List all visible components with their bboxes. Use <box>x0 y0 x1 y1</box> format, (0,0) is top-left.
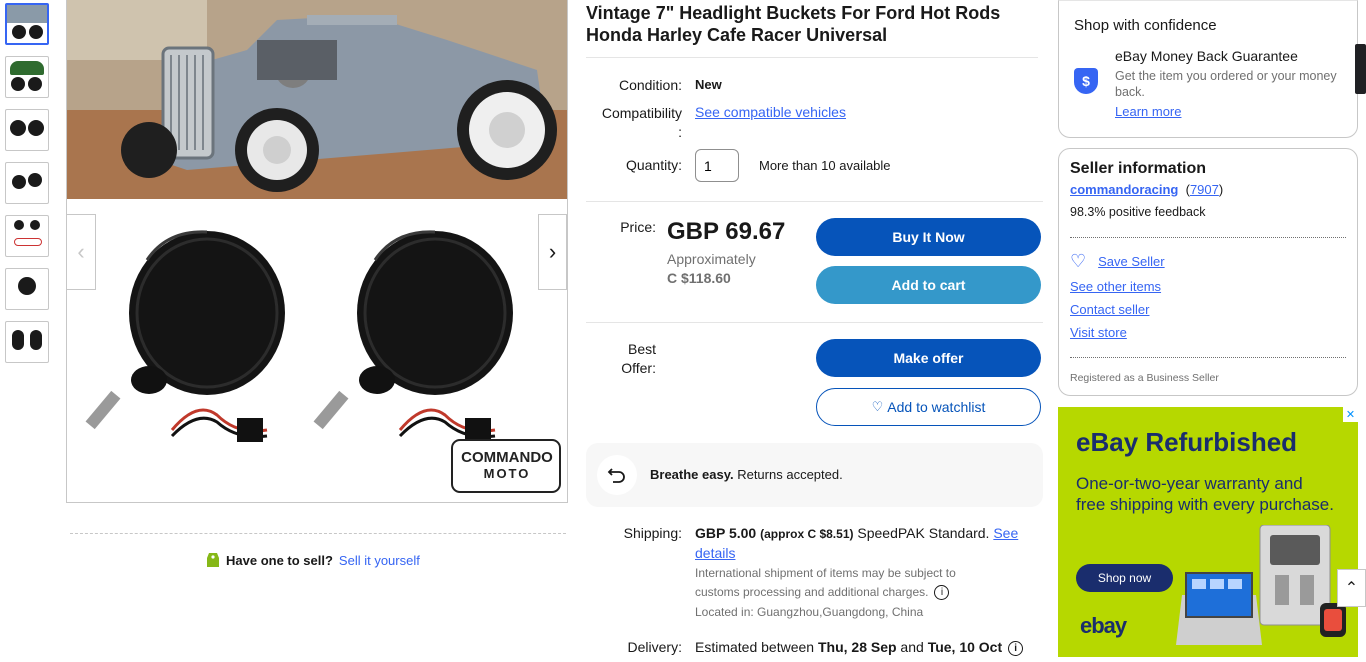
divider <box>1070 357 1346 358</box>
intl-shipment-note: International shipment of items may be s… <box>695 566 956 601</box>
save-seller-label: Save Seller <box>1098 254 1165 269</box>
shop-now-button[interactable]: Shop now <box>1076 564 1173 592</box>
visit-store-link[interactable]: Visit store <box>1070 325 1127 340</box>
divider <box>586 57 1038 58</box>
confidence-heading: Shop with confidence <box>1074 17 1217 34</box>
divider <box>70 533 566 534</box>
quantity-label: Quantity: <box>625 157 682 173</box>
money-back-description: Get the item you ordered or your money b… <box>1115 69 1337 99</box>
shipping-label: Shipping: <box>623 525 682 541</box>
delivery-label: Delivery: <box>627 639 682 655</box>
tag-icon <box>206 550 220 571</box>
compatibility-label: Compatibility : <box>601 105 682 140</box>
shop-with-confidence-card: Shop with confidence $ eBay Money Back G… <box>1058 0 1358 138</box>
shield-dollar-icon: $ <box>1074 68 1098 94</box>
add-to-cart-button[interactable]: Add to cart <box>816 266 1041 304</box>
money-back-title: eBay Money Back Guarantee <box>1115 48 1298 64</box>
chevron-up-icon: ⌃ <box>1344 580 1359 597</box>
scrollbar-thumb[interactable] <box>1355 44 1366 94</box>
seller-heading: Seller information <box>1070 160 1207 177</box>
returns-banner: Breathe easy. Returns accepted. <box>586 443 1043 507</box>
thumbnail-3[interactable] <box>5 109 49 151</box>
image-gallery: COMMANDO MOTO ‹ › <box>66 0 568 503</box>
ad-title: eBay Refurbished <box>1076 427 1298 457</box>
shipping-info: GBP 5.00 (approx C $8.51) SpeedPAK Stand… <box>695 525 1019 561</box>
location-text: Located in: Guangzhou,Guangdong, China <box>695 605 924 619</box>
positive-feedback: 98.3% positive feedback <box>1070 205 1206 219</box>
save-seller-button[interactable]: ♡ Save Seller <box>1070 251 1165 272</box>
divider <box>586 201 1043 202</box>
ebay-refurbished-ad[interactable]: ✕ eBay Refurbished One-or-two-year warra… <box>1058 407 1358 657</box>
add-to-watchlist-button[interactable]: ♡ Add to watchlist <box>816 388 1041 426</box>
watermark-logo: COMMANDO MOTO <box>461 449 553 482</box>
see-compatible-vehicles-link[interactable]: See compatible vehicles <box>695 104 846 120</box>
thumbnail-6[interactable] <box>5 268 49 310</box>
chevron-left-icon: ‹ <box>77 239 85 264</box>
products-illustration <box>1176 525 1346 645</box>
condition-value: New <box>695 77 722 92</box>
quantity-input[interactable] <box>695 149 739 182</box>
availability-text: More than 10 available <box>759 158 891 173</box>
buy-it-now-button[interactable]: Buy It Now <box>816 218 1041 256</box>
price-value: GBP 69.67 <box>667 218 786 245</box>
sell-it-row: Have one to sell? Sell it yourself <box>206 550 420 571</box>
thumbnail-2[interactable] <box>5 56 49 98</box>
business-seller-note: Registered as a Business Seller <box>1070 372 1219 384</box>
seller-name-link[interactable]: commandoracing <box>1070 182 1178 197</box>
next-image-button[interactable]: › <box>538 214 567 290</box>
return-arrow-icon <box>597 455 637 495</box>
sell-it-yourself-link[interactable]: Sell it yourself <box>339 553 420 568</box>
thumbnail-1[interactable] <box>5 3 49 45</box>
delivery-estimate: Estimated between Thu, 28 Sep and Tue, 1… <box>695 639 1024 656</box>
see-other-items-link[interactable]: See other items <box>1070 279 1161 294</box>
price-label: Price: <box>620 219 656 235</box>
make-offer-button[interactable]: Make offer <box>816 339 1041 377</box>
contact-seller-link[interactable]: Contact seller <box>1070 302 1149 317</box>
seller-name-row: commandoracing (7907) <box>1070 182 1224 197</box>
info-icon[interactable]: i <box>1008 640 1024 656</box>
sell-question: Have one to sell? <box>226 553 333 568</box>
item-title: Vintage 7" Headlight Buckets For Ford Ho… <box>586 3 1001 45</box>
condition-label: Condition: <box>618 77 682 93</box>
hot-rod-photo <box>67 0 567 199</box>
returns-text: Breathe easy. Returns accepted. <box>650 467 843 482</box>
heart-icon: ♡ <box>871 399 884 414</box>
watchlist-label: Add to watchlist <box>887 399 986 415</box>
thumbnail-7[interactable] <box>5 321 49 363</box>
thumbnail-4[interactable] <box>5 162 49 204</box>
learn-more-link[interactable]: Learn more <box>1115 104 1181 119</box>
divider <box>586 322 1043 323</box>
approx-price: Approximately C $118.60 <box>667 251 756 286</box>
best-offer-label: Best Offer: <box>621 341 656 376</box>
headlight-buckets-photo: COMMANDO MOTO <box>67 200 567 502</box>
ad-subtitle: One-or-two-year warranty and free shippi… <box>1076 474 1334 514</box>
thumbnail-strip <box>5 3 51 374</box>
item-details: Vintage 7" Headlight Buckets For Ford Ho… <box>586 0 1044 656</box>
seller-info-card: Seller information commandoracing (7907)… <box>1058 148 1358 396</box>
ebay-logo: ebay <box>1080 613 1127 638</box>
chevron-right-icon: › <box>548 239 557 264</box>
heart-icon: ♡ <box>1070 251 1087 271</box>
thumbnail-5[interactable] <box>5 215 49 257</box>
scroll-to-top-button[interactable]: ⌃ <box>1337 569 1366 607</box>
feedback-score-link[interactable]: 7907 <box>1190 182 1219 197</box>
divider <box>1070 237 1346 238</box>
prev-image-button[interactable]: ‹ <box>67 214 96 290</box>
info-icon[interactable]: i <box>934 585 950 601</box>
close-ad-icon[interactable]: ✕ <box>1343 407 1358 422</box>
